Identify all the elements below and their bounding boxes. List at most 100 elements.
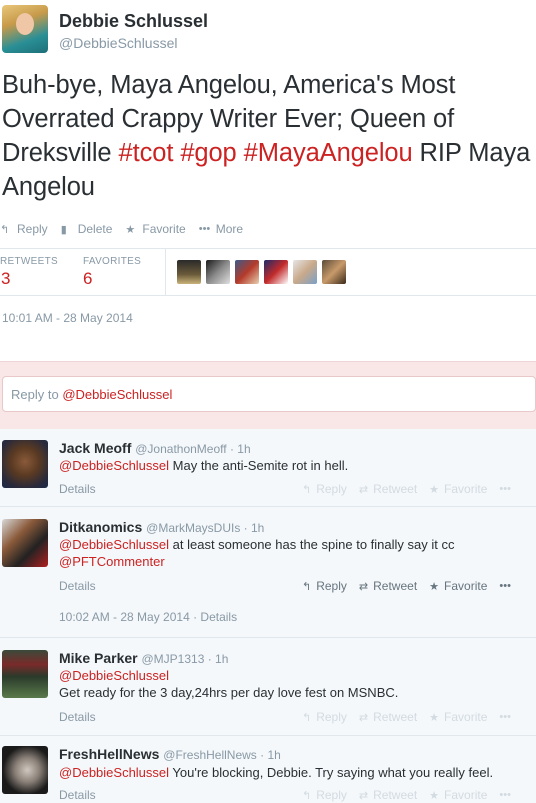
delete-label: Delete — [77, 222, 113, 236]
reply-timestamp[interactable]: 10:02 AM - 28 May 2014 · Details — [59, 610, 237, 624]
reply-author-name: Ditkanomics — [59, 519, 143, 535]
reply-text: @DebbieSchlussel You're blocking, Debbie… — [59, 764, 536, 781]
reply-button[interactable]: ↰ Reply — [302, 482, 347, 496]
retweet-icon: ⇄ — [358, 789, 369, 802]
reply-avatar[interactable] — [2, 746, 48, 794]
favoriter-avatar[interactable] — [177, 260, 201, 284]
star-icon: ★ — [429, 483, 440, 496]
retweets-count[interactable]: 3 — [1, 269, 10, 289]
reply-icon: ↰ — [302, 789, 312, 802]
favorite-button[interactable]: ★ Favorite — [125, 222, 185, 236]
favorite-label: Favorite — [142, 222, 186, 236]
reply-mention-link[interactable]: @PFTCommenter — [59, 554, 165, 569]
reply-mention-link[interactable]: @DebbieSchlussel — [59, 668, 169, 683]
ellipsis-icon: ••• — [499, 580, 511, 592]
retweet-button[interactable]: ⇄ Retweet — [359, 710, 417, 724]
more-button[interactable]: ••• — [499, 483, 516, 495]
divider — [0, 248, 536, 249]
reply-mention: @DebbieSchlussel — [62, 387, 173, 402]
reply-button[interactable]: ↰ Reply — [0, 222, 48, 236]
favoriter-avatar[interactable] — [235, 260, 259, 284]
reply-author[interactable]: Jack Meoff @JonathonMeoff · 1h — [59, 440, 251, 456]
reply-tweet: FreshHellNews @FreshHellNews · 1h @Debbi… — [0, 736, 536, 803]
reply-mention-link[interactable]: @DebbieSchlussel — [59, 765, 169, 780]
more-button[interactable]: ••• — [499, 711, 516, 723]
star-icon: ★ — [429, 711, 440, 724]
reply-avatar[interactable] — [2, 519, 48, 567]
more-label: More — [215, 222, 244, 236]
star-icon: ★ — [429, 580, 440, 593]
reply-mention-link[interactable]: @DebbieSchlussel — [59, 458, 169, 473]
favorite-button[interactable]: ★ Favorite — [429, 788, 487, 802]
reply-prefix: Reply to — [11, 387, 63, 402]
reply-author-name: FreshHellNews — [59, 746, 160, 762]
retweets-label[interactable]: RETWEETS — [0, 256, 58, 267]
reply-text: @DebbieSchlussel May the anti-Semite rot… — [59, 457, 536, 474]
hashtag-link[interactable]: #gop — [180, 139, 236, 167]
reply-text: @DebbieSchlussel Get ready for the 3 day,… — [59, 667, 536, 701]
tweet-text: Buh-bye, Maya Angelou, America's Most Ov… — [2, 68, 532, 204]
divider — [0, 295, 536, 296]
hashtag-link[interactable]: #MayaAngelou — [244, 139, 413, 167]
reply-avatar[interactable] — [2, 440, 48, 488]
favoriter-avatars — [177, 260, 351, 284]
favorite-label: Favorite — [444, 482, 488, 496]
favorite-label: Favorite — [444, 579, 488, 593]
retweet-button[interactable]: ⇄ Retweet — [359, 579, 417, 593]
reply-author[interactable]: Mike Parker @MJP1313 · 1h — [59, 650, 228, 666]
ellipsis-icon: ••• — [499, 789, 511, 801]
reply-actions: ↰ Reply ⇄ Retweet ★ Favorite ••• — [302, 482, 528, 496]
reply-actions: ↰ Reply ⇄ Retweet ★ Favorite ••• — [302, 579, 528, 593]
reply-label: Reply — [17, 222, 48, 236]
retweet-label: Retweet — [373, 788, 418, 802]
reply-button[interactable]: ↰ Reply — [302, 579, 347, 593]
reply-body: You're blocking, Debbie. Try saying what… — [169, 765, 494, 780]
favorites-count[interactable]: 6 — [83, 269, 92, 289]
reply-label: Reply — [316, 710, 347, 724]
reply-author-handle: @FreshHellNews · 1h — [163, 748, 281, 762]
reply-button[interactable]: ↰ Reply — [302, 710, 347, 724]
author-avatar[interactable] — [2, 5, 48, 53]
retweet-label: Retweet — [373, 579, 418, 593]
reply-input[interactable]: Reply to @DebbieSchlussel — [2, 376, 536, 412]
retweet-button[interactable]: ⇄ Retweet — [359, 788, 417, 802]
reply-button[interactable]: ↰ Reply — [302, 788, 347, 802]
favorites-label[interactable]: FAVORITES — [83, 256, 141, 267]
details-link[interactable]: Details — [59, 710, 96, 724]
reply-author-name: Jack Meoff — [59, 440, 132, 456]
favorite-label: Favorite — [444, 710, 488, 724]
reply-author[interactable]: Ditkanomics @MarkMaysDUIs · 1h — [59, 519, 264, 535]
details-link[interactable]: Details — [59, 788, 96, 802]
author-handle[interactable]: @DebbieSchlussel — [59, 35, 178, 51]
details-link[interactable]: Details — [59, 579, 96, 593]
reply-icon: ↰ — [302, 483, 312, 496]
reply-actions: ↰ Reply ⇄ Retweet ★ Favorite ••• — [302, 710, 528, 724]
retweet-icon: ⇄ — [358, 580, 369, 593]
reply-author[interactable]: FreshHellNews @FreshHellNews · 1h — [59, 746, 281, 762]
more-button[interactable]: ••• — [499, 580, 516, 592]
hashtag-link[interactable]: #tcot — [119, 139, 174, 167]
ellipsis-icon: ••• — [499, 483, 511, 495]
favoriter-avatar[interactable] — [264, 260, 288, 284]
favorite-button[interactable]: ★ Favorite — [429, 710, 487, 724]
more-button[interactable]: ••• — [499, 789, 516, 801]
favorite-button[interactable]: ★ Favorite — [429, 482, 487, 496]
reply-avatar[interactable] — [2, 650, 48, 698]
reply-author-handle: @JonathonMeoff · 1h — [135, 442, 251, 456]
reply-tweet: Jack Meoff @JonathonMeoff · 1h @DebbieSc… — [0, 429, 536, 507]
favoriter-avatar[interactable] — [206, 260, 230, 284]
reply-tweet: Mike Parker @MJP1313 · 1h @DebbieSchluss… — [0, 638, 536, 736]
reply-body: at least someone has the spine to finall… — [169, 537, 455, 552]
details-link[interactable]: Details — [59, 482, 96, 496]
favoriter-avatar[interactable] — [293, 260, 317, 284]
reply-author-handle: @MarkMaysDUIs · 1h — [146, 521, 265, 535]
reply-icon: ↰ — [302, 580, 312, 593]
reply-author-handle: @MJP1313 · 1h — [141, 652, 229, 666]
author-name[interactable]: Debbie Schlussel — [59, 11, 208, 32]
favorite-button[interactable]: ★ Favorite — [429, 579, 487, 593]
reply-mention-link[interactable]: @DebbieSchlussel — [59, 537, 169, 552]
retweet-button[interactable]: ⇄ Retweet — [359, 482, 417, 496]
more-button[interactable]: ••• More — [199, 222, 243, 236]
delete-button[interactable]: ▮ Delete — [61, 222, 113, 236]
favoriter-avatar[interactable] — [322, 260, 346, 284]
